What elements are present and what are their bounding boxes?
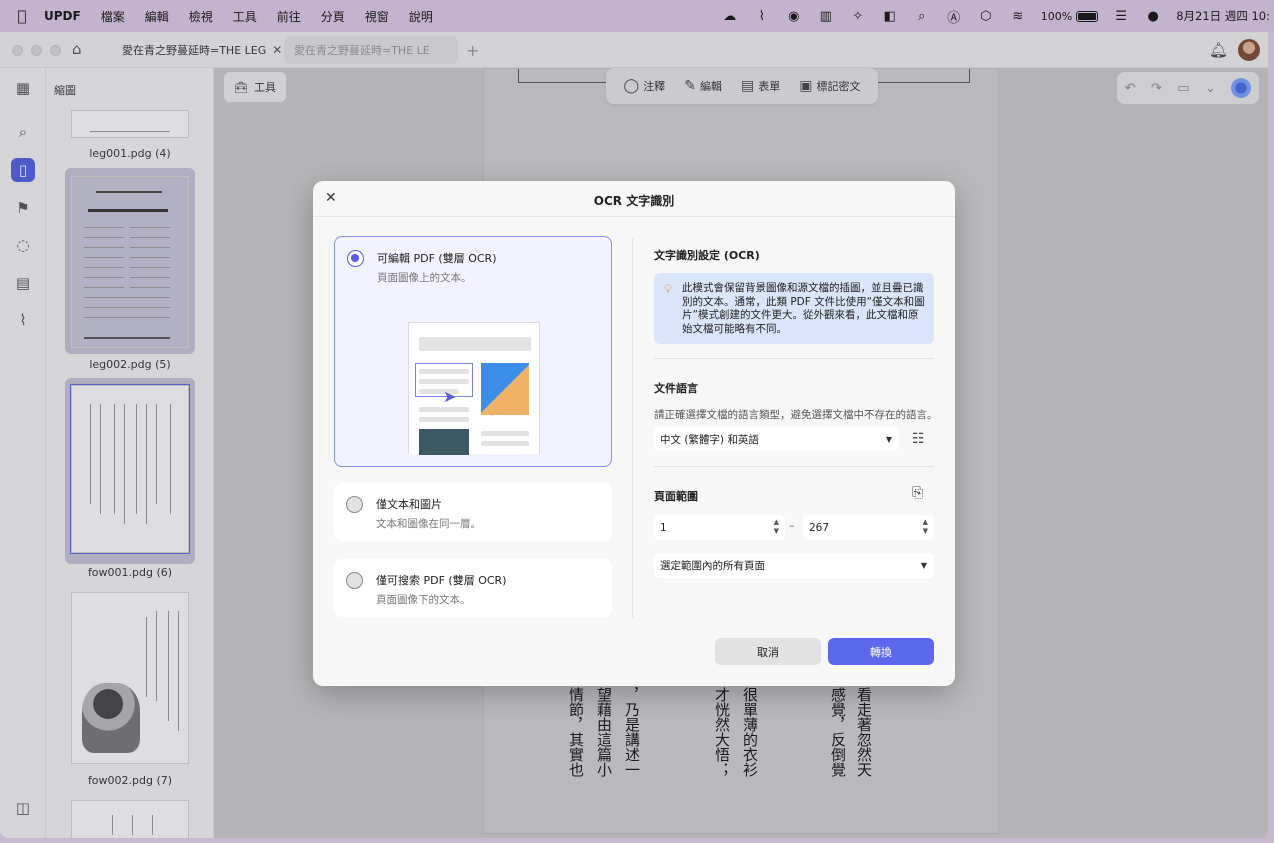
menu-help[interactable]: 說明 <box>409 8 433 25</box>
option-subtitle: 頁面圖像下的文本。 <box>376 594 471 606</box>
sync-icon[interactable]: ◉ <box>785 8 803 24</box>
menu-go[interactable]: 前往 <box>277 8 301 25</box>
section-divider <box>654 358 934 359</box>
battery-percent: 100% <box>1040 9 1073 23</box>
dialog-divider <box>632 238 633 618</box>
page-to-stepper[interactable]: 267 ▲ ▼ <box>803 515 934 540</box>
siri-icon[interactable]: ● <box>1144 8 1162 24</box>
option-searchable-pdf[interactable]: 僅可搜索 PDF (雙層 OCR) 頁面圖像下的文本。 <box>334 559 612 617</box>
menu-view[interactable]: 檢視 <box>189 8 213 25</box>
wifi-icon[interactable]: ≋ <box>1009 8 1027 24</box>
menu-tabs[interactable]: 分頁 <box>321 8 345 25</box>
menu-edit[interactable]: 編輯 <box>145 8 169 25</box>
option-subtitle: 頁面圖像上的文本。 <box>377 272 472 284</box>
range-dash: – <box>789 519 795 532</box>
layout-icon[interactable]: ▥ <box>817 8 835 24</box>
apple-icon[interactable]:  <box>0 7 44 25</box>
option-text-and-image[interactable]: 僅文本和圖片 文本和圖像在同一層。 <box>334 483 612 541</box>
option-title: 僅可搜索 PDF (雙層 OCR) <box>376 574 507 587</box>
cancel-button[interactable]: 取消 <box>715 638 821 665</box>
ocr-dialog: ✕ OCR 文字識別 可編輯 PDF (雙層 OCR) 頁面圖像上的文本。 ➤ … <box>313 181 955 686</box>
language-settings-icon[interactable]: ☷ <box>912 431 928 447</box>
dialog-title: OCR 文字識別 <box>593 194 675 208</box>
battery-status[interactable]: 100% <box>1040 9 1099 23</box>
menu-file[interactable]: 檔案 <box>101 8 125 25</box>
cursor-icon: ➤ <box>443 387 457 406</box>
cloud-icon[interactable]: ☁ <box>721 8 739 24</box>
dialog-header: ✕ OCR 文字識別 <box>313 181 955 217</box>
info-box: 💡︎ 此模式會保留背景圖像和源文檔的插圖，並且疊已識別的文本。通常，此類 PDF… <box>654 273 934 344</box>
ocr-illustration: ➤ <box>408 322 540 455</box>
accessibility-icon[interactable]: ✧ <box>849 8 867 24</box>
page-from-value: 1 <box>660 521 667 534</box>
menu-app-updf[interactable]: UPDF <box>44 9 81 23</box>
stepper-arrows-icon[interactable]: ▲ ▼ <box>774 518 779 536</box>
page-range-icon[interactable]: ⎘ <box>912 485 923 501</box>
option-subtitle: 文本和圖像在同一層。 <box>376 518 481 530</box>
spotlight-search-icon[interactable]: ⌕ <box>913 8 931 24</box>
radio-editable-pdf[interactable] <box>347 250 364 267</box>
menubar-clock[interactable]: 8月21日 週四 10: <box>1176 8 1270 24</box>
page-range-title: 頁面範圍 <box>654 490 698 503</box>
option-title: 可編輯 PDF (雙層 OCR) <box>377 252 497 265</box>
language-hint: 請正確選擇文檔的語言類型，避免選擇文檔中不存在的語言。 <box>654 409 938 421</box>
option-editable-pdf[interactable]: 可編輯 PDF (雙層 OCR) 頁面圖像上的文本。 ➤ <box>334 236 612 467</box>
ocr-settings-title: 文字識別設定 (OCR) <box>654 249 760 262</box>
radio-searchable-pdf[interactable] <box>346 572 363 589</box>
option-title: 僅文本和圖片 <box>376 498 442 511</box>
language-value: 中文 (繁體字) 和英語 <box>660 433 759 446</box>
menubar:  UPDF 檔案 編輯 檢視 工具 前往 分頁 視窗 說明 ☁ ⌇ ◉ ▥ ✧… <box>0 0 1274 32</box>
battery-icon <box>1076 10 1099 22</box>
stepper-arrows-icon[interactable]: ▲ ▼ <box>923 518 928 536</box>
radio-text-and-image[interactable] <box>346 496 363 513</box>
page-to-value: 267 <box>809 521 830 534</box>
control-center-icon[interactable]: ☰ <box>1112 8 1130 24</box>
menu-tools[interactable]: 工具 <box>233 8 257 25</box>
shortcuts-icon[interactable]: ⬡ <box>977 8 995 24</box>
page-scope-value: 選定範圍內的所有頁面 <box>660 560 765 572</box>
section-divider <box>654 466 934 467</box>
caret-down-icon: ▼ <box>920 561 927 570</box>
paperclip-status-icon[interactable]: ⌇ <box>753 8 771 24</box>
input-method-icon[interactable]: Ⓐ <box>945 8 963 26</box>
info-text: 此模式會保留背景圖像和源文檔的插圖，並且疊已識別的文本。通常，此類 PDF 文件… <box>682 282 925 335</box>
language-select[interactable]: 中文 (繁體字) 和英語 ▼ <box>654 427 899 451</box>
page-scope-select[interactable]: 選定範圍內的所有頁面 ▼ <box>654 553 934 578</box>
convert-button[interactable]: 轉換 <box>828 638 934 665</box>
display-icon[interactable]: ◧ <box>881 8 899 24</box>
lightbulb-icon: 💡︎ <box>664 282 673 296</box>
language-title: 文件語言 <box>654 382 698 395</box>
caret-down-icon: ▼ <box>885 434 892 444</box>
menu-window[interactable]: 視窗 <box>365 8 389 25</box>
page-from-stepper[interactable]: 1 ▲ ▼ <box>654 515 785 540</box>
